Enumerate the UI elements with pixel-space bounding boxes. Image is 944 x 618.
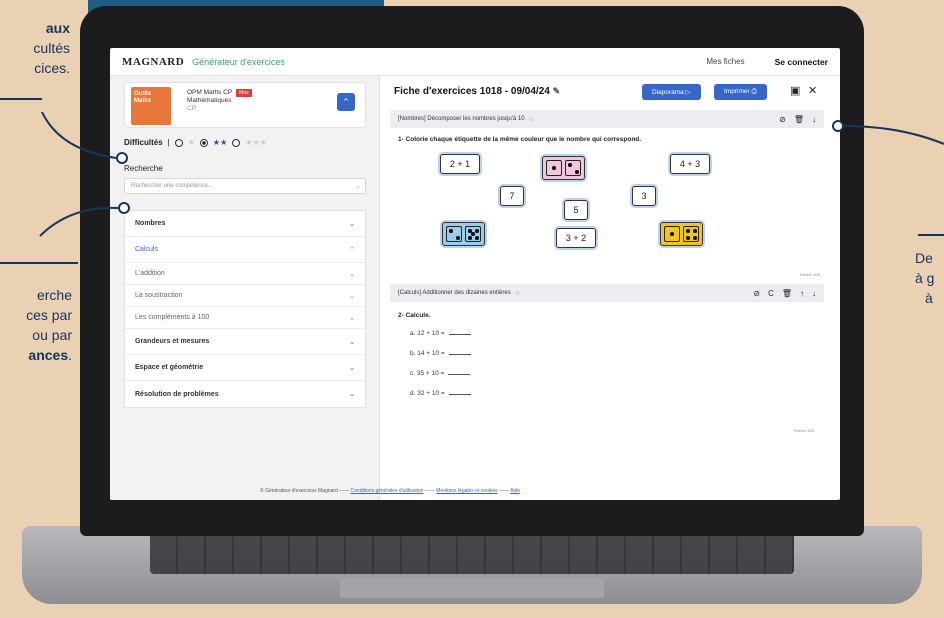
callout-connectors — [39, 111, 944, 237]
